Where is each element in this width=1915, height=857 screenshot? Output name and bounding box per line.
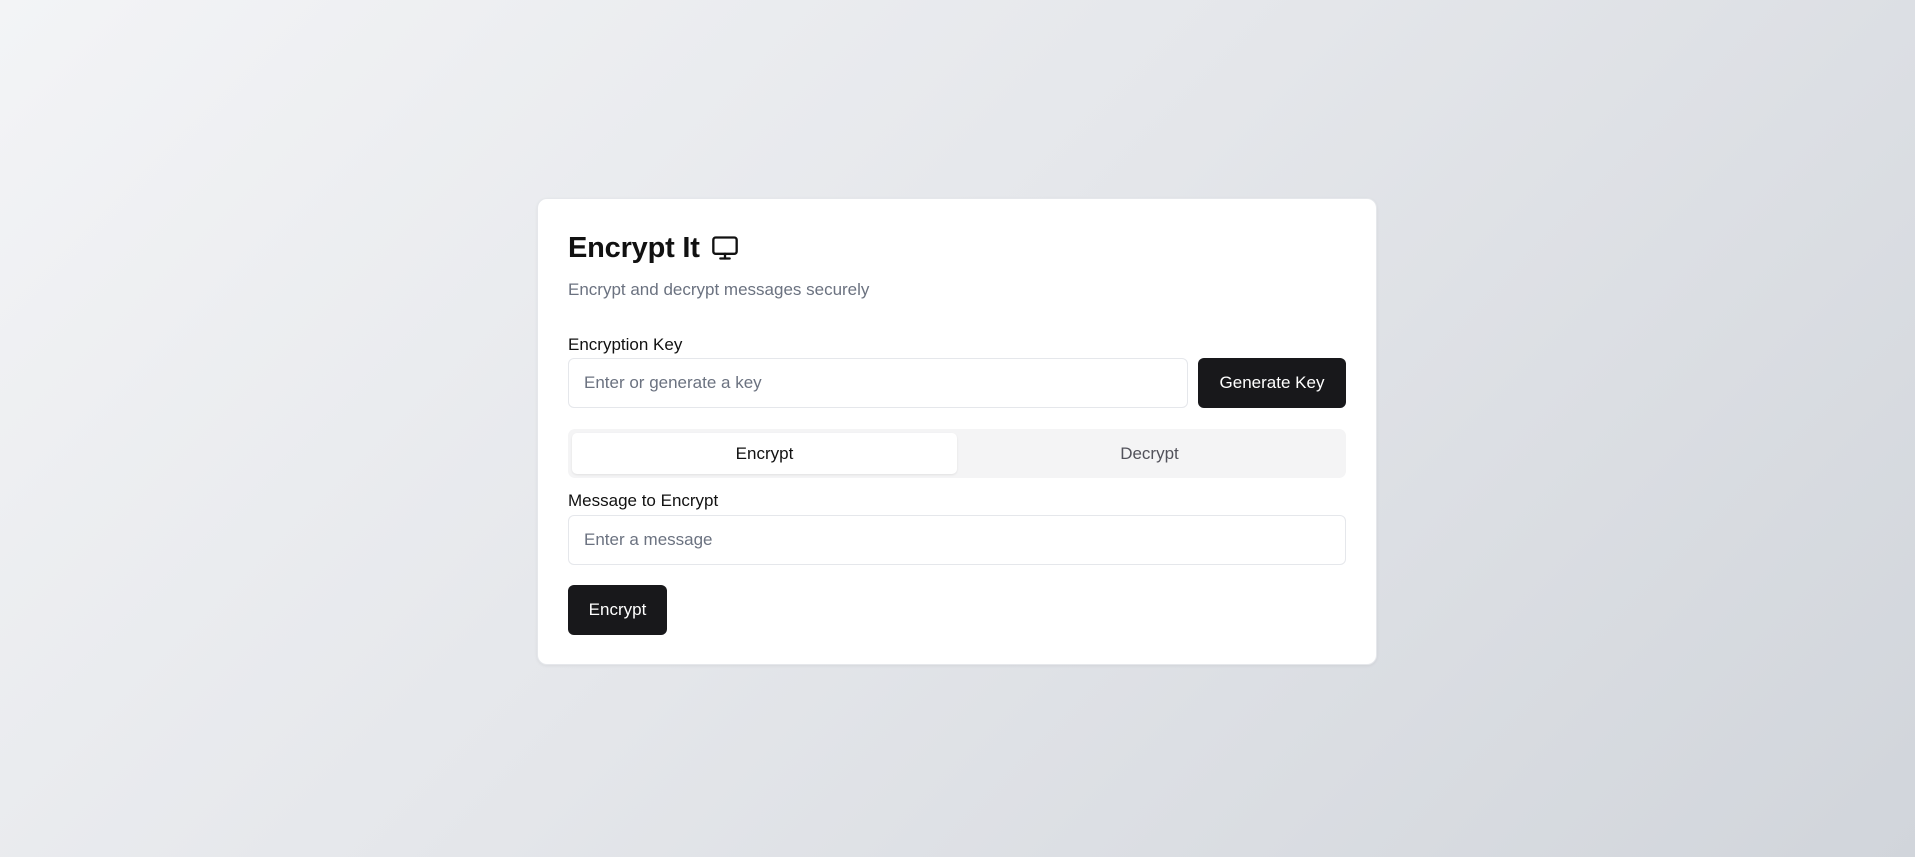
- page-subtitle: Encrypt and decrypt messages securely: [568, 280, 870, 299]
- encrypt-button[interactable]: Encrypt: [568, 585, 667, 635]
- message-input[interactable]: [568, 515, 1346, 565]
- encryption-key-input[interactable]: [568, 358, 1188, 408]
- message-label: Message to Encrypt: [568, 491, 719, 510]
- encrypt-card: Encrypt It Encrypt and decrypt messages …: [537, 198, 1377, 665]
- monitor-icon: [709, 232, 741, 264]
- mode-tabs: Encrypt Decrypt: [568, 429, 1346, 478]
- tab-encrypt[interactable]: Encrypt: [572, 433, 957, 474]
- generate-key-button[interactable]: Generate Key: [1198, 358, 1346, 408]
- tab-decrypt[interactable]: Decrypt: [957, 433, 1342, 474]
- card-header: Encrypt It: [568, 231, 741, 265]
- page-title: Encrypt It: [568, 232, 700, 264]
- encryption-key-label: Encryption Key: [568, 335, 683, 354]
